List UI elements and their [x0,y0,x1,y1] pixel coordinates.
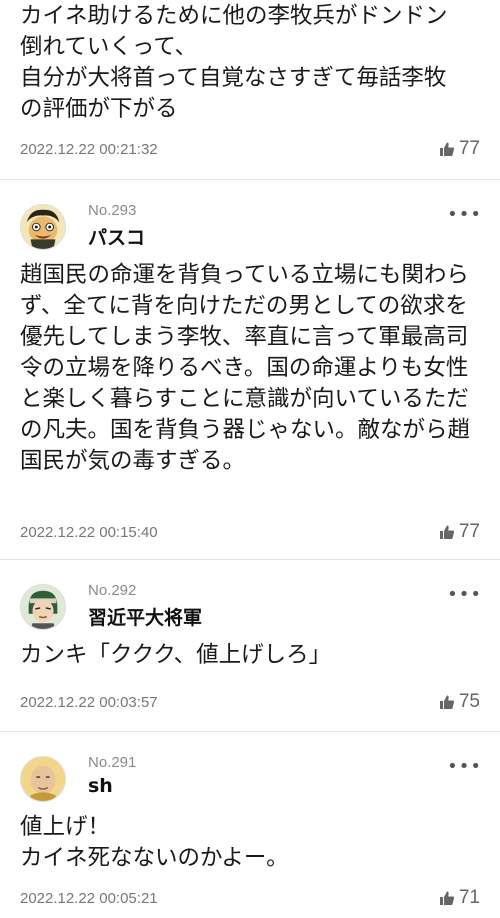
like-button[interactable]: 71 [439,887,480,909]
comment-timestamp: 2022.12.22 00:05:21 [20,890,158,907]
anime-character-avatar[interactable] [20,584,66,630]
comment-header: No.292 習近平大将軍 ••• [0,580,500,630]
comment-timestamp: 2022.12.22 00:21:32 [20,141,158,158]
like-count: 75 [458,691,480,712]
more-options-icon[interactable]: ••• [447,756,482,777]
comment-footer: 2022.12.22 00:21:32 77 [0,125,500,181]
bald-man-avatar[interactable] [20,756,66,802]
comment-footer: 2022.12.22 00:03:57 75 [0,674,500,732]
comment-number: No.291 [88,754,137,771]
cartoon-face-avatar[interactable] [20,204,66,250]
comment-text: 値上げ！ カイネ死なないのかよー。 [20,814,289,871]
comment-feed: カイネ助けるために他の李牧兵がドンドン倒れていくって、 自分が大将首って自覚なさ… [0,0,500,918]
comment-item: No.293 パスコ ••• 趙国民の命運を背負っている立場にも関わらず、全てに… [0,180,500,560]
more-options-icon[interactable]: ••• [447,204,482,225]
comment-author[interactable]: 習近平大将軍 [88,603,202,630]
like-button[interactable]: 77 [439,521,480,543]
comment-header: No.291 sh ••• [0,752,500,802]
comment-author[interactable]: sh [88,775,113,797]
comment-header: No.293 パスコ ••• [0,200,500,250]
comment-footer: 2022.12.22 00:05:21 71 [0,876,500,916]
comment-timestamp: 2022.12.22 00:03:57 [20,694,158,711]
comment-text: カンキ「ククク、値上げしろ」 [20,642,332,668]
comment-text: カイネ助けるために他の李牧兵がドンドン倒れていくって、 自分が大将首って自覚なさ… [20,3,448,122]
more-options-icon[interactable]: ••• [447,584,482,605]
comment-item: No.292 習近平大将軍 ••• カンキ「ククク、値上げしろ」 2022.12… [0,560,500,732]
comment-number: No.292 [88,582,137,599]
like-button[interactable]: 75 [439,691,480,713]
thumbs-up-icon [439,141,455,157]
like-count: 77 [458,521,480,542]
comment-text: 趙国民の命運を背負っている立場にも関わらず、全てに背を向けただの男としての欲求を… [20,262,471,474]
comment-author[interactable]: パスコ [88,223,145,250]
thumbs-up-icon [439,524,455,540]
comment-item: カイネ助けるために他の李牧兵がドンドン倒れていくって、 自分が大将首って自覚なさ… [0,0,500,180]
comment-timestamp: 2022.12.22 00:15:40 [20,524,158,541]
thumbs-up-icon [439,694,455,710]
comment-footer: 2022.12.22 00:15:40 77 [0,508,500,564]
like-count: 71 [458,887,480,908]
comment-item: No.291 sh ••• 値上げ！ カイネ死なないのかよー。 2022.12.… [0,732,500,918]
like-button[interactable]: 77 [439,138,480,160]
like-count: 77 [458,138,480,159]
thumbs-up-icon [439,890,455,906]
comment-number: No.293 [88,202,137,219]
